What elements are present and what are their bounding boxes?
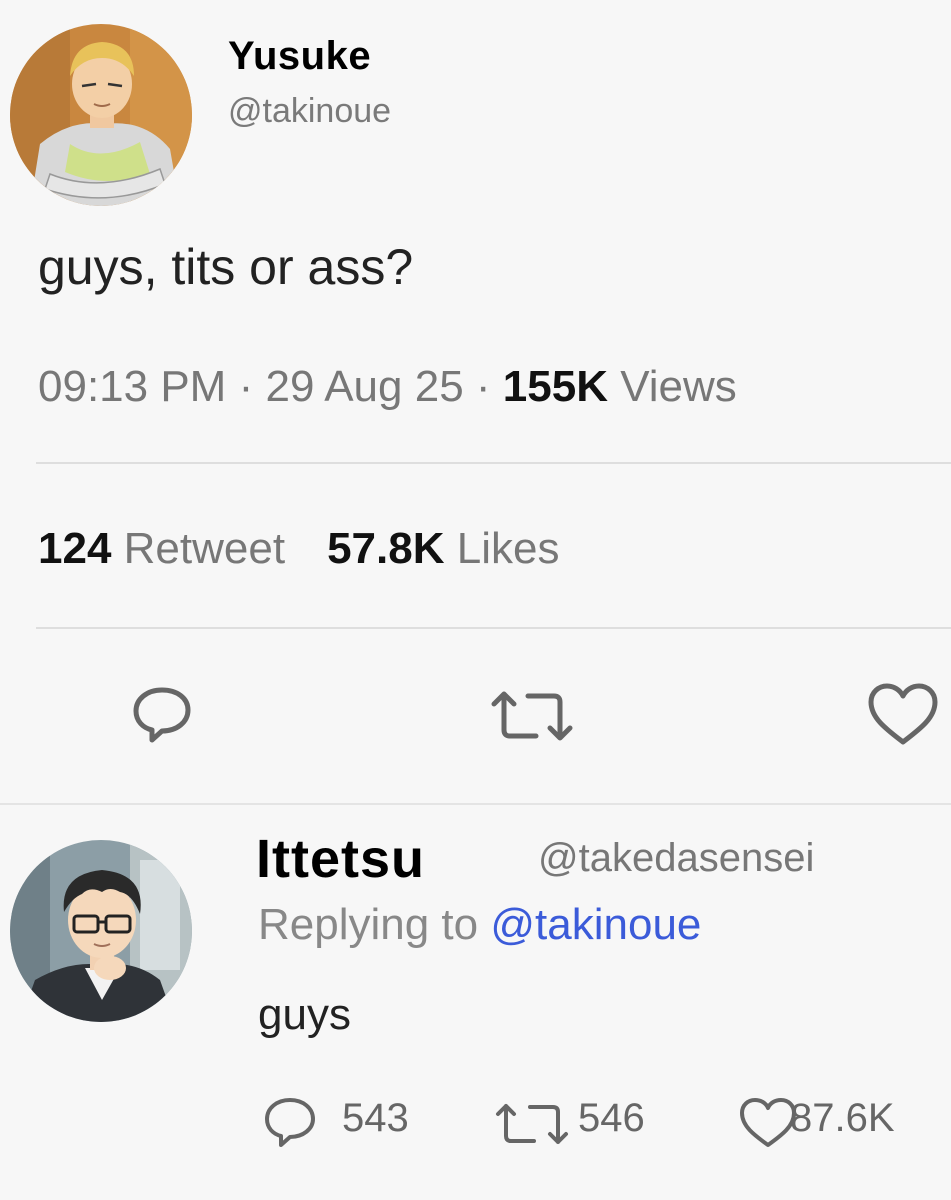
views-label: Views bbox=[620, 362, 737, 411]
replying-to-line: Replying to @takinoue bbox=[258, 900, 701, 950]
retweet-count[interactable]: 124 bbox=[38, 524, 111, 573]
mention-link[interactable]: @takinoue bbox=[490, 900, 701, 949]
reply-retweet-count: 546 bbox=[578, 1096, 645, 1140]
retweet-icon[interactable] bbox=[490, 688, 574, 744]
likes-count[interactable]: 57.8K bbox=[327, 524, 444, 573]
tweet-text: guys, tits or ass? bbox=[38, 239, 414, 295]
heart-icon[interactable] bbox=[866, 682, 940, 748]
engagement-counts: 124 Retweet 57.8K Likes bbox=[38, 524, 559, 574]
meta-separator: · bbox=[238, 362, 254, 411]
divider bbox=[36, 462, 951, 464]
tweet-time[interactable]: 09:13 PM bbox=[38, 362, 226, 411]
tweet-meta: 09:13 PM · 29 Aug 25 · 155K Views bbox=[38, 362, 737, 412]
tweet-date[interactable]: 29 Aug 25 bbox=[265, 362, 463, 411]
reply-like-count: 87.6K bbox=[790, 1096, 895, 1140]
author-name[interactable]: Yusuke bbox=[228, 34, 371, 79]
views-count: 155K bbox=[502, 362, 608, 411]
section-divider bbox=[0, 803, 951, 805]
meta-separator: · bbox=[475, 362, 491, 411]
reply-text: guys bbox=[258, 990, 351, 1039]
divider bbox=[36, 627, 951, 629]
reply-heart-icon[interactable] bbox=[738, 1096, 798, 1150]
avatar-ittetsu[interactable] bbox=[10, 840, 192, 1022]
avatar-yusuke[interactable] bbox=[10, 24, 192, 206]
reply-icon[interactable] bbox=[130, 682, 194, 746]
retweet-label[interactable]: Retweet bbox=[124, 524, 285, 573]
reply-author-name[interactable]: Ittetsu bbox=[256, 828, 425, 890]
author-handle[interactable]: @takinoue bbox=[228, 92, 391, 131]
reply-count: 543 bbox=[342, 1096, 409, 1140]
reply-retweet-icon[interactable] bbox=[494, 1100, 570, 1148]
reply-author-handle[interactable]: @takedasensei bbox=[538, 836, 814, 881]
likes-label[interactable]: Likes bbox=[457, 524, 560, 573]
reply-comment-icon[interactable] bbox=[262, 1094, 318, 1150]
replying-prefix: Replying to bbox=[258, 900, 479, 949]
